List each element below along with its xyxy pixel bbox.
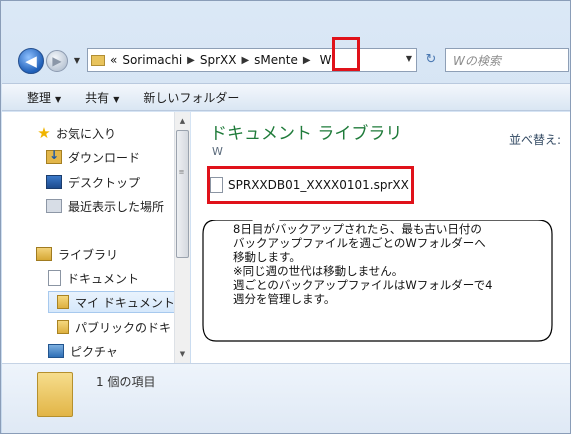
recent-pages-dropdown[interactable]: ▼: [71, 54, 83, 68]
callout-text: 8日目がバックアップされたら、最も古い日付の バックアップファイルを週ごとのWフ…: [233, 222, 553, 306]
nav-label: 最近表示した場所: [68, 199, 165, 214]
desktop-icon: [46, 175, 62, 189]
scroll-thumb[interactable]: [176, 130, 189, 258]
arrange-by-button[interactable]: 並べ替え:: [509, 131, 561, 148]
download-folder-icon: [46, 148, 62, 164]
nav-item-desktop[interactable]: デスクトップ: [46, 172, 140, 192]
breadcrumb-smente[interactable]: sMente: [254, 53, 298, 67]
nav-scrollbar[interactable]: ▲ ≡ ▼: [174, 112, 190, 363]
nav-item-pictures[interactable]: ピクチャ: [48, 341, 118, 361]
breadcrumb-sorimachi[interactable]: Sorimachi: [122, 53, 182, 67]
folder-icon: [37, 372, 73, 417]
chevron-right-icon[interactable]: ▶: [303, 55, 311, 66]
content-pane: ドキュメント ライブラリ W 並べ替え: SPRXXDB01_XXXX0101.…: [191, 112, 570, 363]
nav-item-public-documents[interactable]: パブリックのドキ: [57, 317, 171, 337]
library-icon: [36, 247, 52, 261]
nav-label: パブリックのドキ: [75, 320, 172, 335]
organize-button[interactable]: 整理 ▼: [27, 89, 61, 106]
folder-icon: [57, 295, 69, 309]
chevron-down-icon[interactable]: ▼: [406, 54, 412, 63]
nav-label: ダウンロード: [68, 150, 141, 165]
recent-places-icon: [46, 199, 62, 213]
breadcrumb-w[interactable]: W: [320, 53, 332, 67]
callout-line: 移動します。: [233, 250, 301, 264]
new-folder-button[interactable]: 新しいフォルダー: [143, 89, 239, 106]
library-subtitle: W: [212, 145, 223, 158]
library-title: ドキュメント ライブラリ: [210, 124, 403, 144]
chevron-right-icon[interactable]: ▶: [187, 55, 195, 66]
chevron-right-icon[interactable]: ▶: [241, 55, 249, 66]
highlight-box-file: [207, 166, 414, 204]
folder-icon: [57, 320, 69, 334]
nav-item-my-documents[interactable]: マイ ドキュメント: [48, 291, 176, 313]
callout-annotation: 8日目がバックアップされたら、最も古い日付の バックアップファイルを週ごとのWフ…: [202, 220, 556, 345]
search-input[interactable]: Wの検索: [445, 48, 569, 72]
nav-label: ライブラリ: [58, 247, 119, 262]
callout-line: バックアップファイルを週ごとのWフォルダーへ: [233, 236, 486, 250]
breadcrumb-overflow[interactable]: «: [110, 53, 117, 67]
breadcrumb-sprxx[interactable]: SprXX: [200, 53, 237, 67]
folder-icon: [91, 54, 105, 66]
scroll-up-icon[interactable]: ▲: [175, 114, 190, 128]
scroll-down-icon[interactable]: ▼: [175, 347, 190, 361]
callout-line: ※同じ週の世代は移動しません。: [233, 264, 404, 278]
nav-item-downloads[interactable]: ダウンロード: [46, 147, 140, 167]
back-button[interactable]: ◀: [18, 48, 44, 74]
nav-item-libraries[interactable]: ライブラリ: [36, 244, 118, 264]
document-icon: [48, 270, 61, 286]
callout-line: 8日目がバックアップされたら、最も古い日付の: [233, 222, 482, 236]
nav-label: ドキュメント: [67, 271, 140, 286]
callout-line: 週分を管理します。: [233, 292, 336, 306]
chevron-down-icon: ▼: [113, 94, 120, 104]
explorer-window: ◀ ▶ ▼ « Sorimachi ▶ SprXX ▶ sMente ▶ W ▼…: [0, 0, 571, 434]
address-row: ◀ ▶ ▼ « Sorimachi ▶ SprXX ▶ sMente ▶ W ▼…: [1, 1, 571, 79]
nav-label: お気に入り: [56, 126, 117, 141]
address-bar[interactable]: « Sorimachi ▶ SprXX ▶ sMente ▶ W ▼: [87, 48, 417, 72]
star-icon: ★: [37, 124, 51, 142]
highlight-box-w: [332, 37, 360, 71]
nav-label: デスクトップ: [68, 175, 141, 190]
command-bar: 整理 ▼ 共有 ▼ 新しいフォルダー: [2, 83, 570, 111]
navigation-pane: ★ お気に入り ダウンロード デスクトップ 最近表示した場所 ライブラリ ドキュ…: [2, 112, 190, 363]
nav-item-favorites[interactable]: ★ お気に入り: [36, 123, 116, 143]
share-label: 共有: [85, 90, 110, 105]
nav-label: ピクチャ: [70, 344, 118, 359]
refresh-icon[interactable]: ↻: [419, 48, 443, 72]
grip-icon: ≡: [178, 168, 185, 176]
share-button[interactable]: 共有 ▼: [85, 89, 119, 106]
forward-button[interactable]: ▶: [46, 50, 68, 72]
organize-label: 整理: [27, 90, 52, 105]
callout-line: 週ごとのバックアップファイルはWフォルダーで4: [233, 278, 493, 292]
nav-item-recent[interactable]: 最近表示した場所: [46, 196, 164, 216]
item-count: 1 個の項目: [96, 375, 156, 389]
nav-label: マイ ドキュメント: [75, 295, 175, 310]
chevron-down-icon: ▼: [55, 94, 62, 104]
details-pane: 1 個の項目: [2, 363, 570, 433]
pictures-icon: [48, 344, 64, 358]
nav-item-documents[interactable]: ドキュメント: [48, 268, 139, 288]
